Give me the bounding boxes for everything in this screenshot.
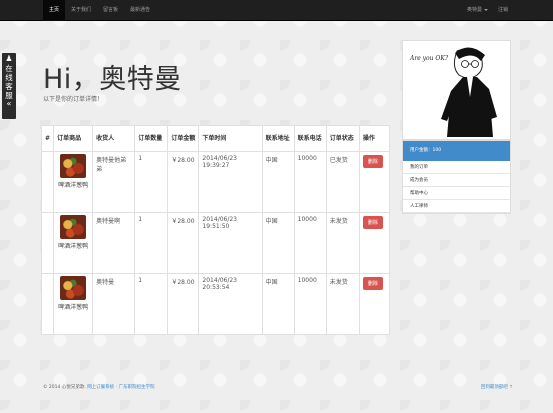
sidebar-item-help[interactable]: 帮助中心 xyxy=(403,187,510,200)
product-cell: 啤酒洋葱鸭 xyxy=(53,151,94,213)
receiver-cell: 奥特曼啊 xyxy=(92,212,136,274)
page-title: Hi，奥特曼 xyxy=(43,64,182,95)
time-cell: 2014/06/23 20:53:54 xyxy=(198,273,263,335)
product-name: 啤酒洋葱鸭 xyxy=(58,304,89,311)
phone-cell: 10000 xyxy=(293,273,327,335)
service-person-icon: ♟ xyxy=(5,54,13,63)
header-status: 订单状态 xyxy=(325,125,360,152)
quantity-cell: 1 xyxy=(134,151,169,213)
action-cell: 删除 xyxy=(358,212,391,274)
top-navbar: 主页 关于我们 留言板 最新通告 奥特曼 注销 xyxy=(0,0,553,21)
nav-guestbook[interactable]: 留言板 xyxy=(97,0,124,21)
product-name: 啤酒洋葱鸭 xyxy=(58,243,89,250)
sidebar-item-my-orders[interactable]: 我的订单 xyxy=(403,161,510,174)
action-cell: 删除 xyxy=(358,273,391,335)
food-image xyxy=(60,215,87,239)
caret-down-icon xyxy=(483,8,488,11)
food-image xyxy=(60,276,87,300)
nav-about[interactable]: 关于我们 xyxy=(65,0,97,21)
table-row: 啤酒洋葱鸭 奥特曼啊 1 ￥28.00 2014/06/23 19:51:50 … xyxy=(40,212,391,274)
nav-user-area: 奥特曼 注销 xyxy=(462,0,513,21)
footer-copyright: © 2014 心悦兄弟歌. 网上订餐系统 · 广东职院招生学院 xyxy=(43,384,154,390)
table-row: 啤酒洋葱鸭 奥特曼他弟弟 1 ￥28.00 2014/06/23 19:39:2… xyxy=(40,151,391,213)
receiver-cell: 奥特曼 xyxy=(92,273,136,335)
product-cell: 啤酒洋葱鸭 xyxy=(53,273,94,335)
receiver-cell: 奥特曼他弟弟 xyxy=(92,151,136,213)
logout-link[interactable]: 注销 xyxy=(493,0,513,21)
page-subtitle: 以下是你的订单详情！ xyxy=(43,96,104,103)
header-time: 下单时间 xyxy=(198,125,263,152)
amount-cell: ￥28.00 xyxy=(167,151,200,213)
footer-link[interactable]: 网上订餐系统 · 广东职院招生学院 xyxy=(87,385,154,390)
orders-table: # 订单商品 收货人 订单数量 订单金额 下单时间 联系地址 联系电话 订单状态… xyxy=(40,125,391,335)
nav-home[interactable]: 主页 xyxy=(43,0,66,21)
amount-cell: ￥28.00 xyxy=(167,212,200,274)
double-chevron-left-icon: « xyxy=(6,99,12,108)
avatar: Are you OK? xyxy=(402,40,511,140)
copyright-text: © 2014 心悦兄弟歌. xyxy=(43,385,86,390)
online-service-tab[interactable]: ♟ 在线客服 « xyxy=(2,53,16,119)
food-image xyxy=(60,154,87,178)
header-product: 订单商品 xyxy=(53,125,94,152)
user-name: 奥特曼 xyxy=(466,7,482,13)
delete-button[interactable]: 删除 xyxy=(362,277,383,290)
table-row: 啤酒洋葱鸭 奥特曼 1 ￥28.00 2014/06/23 20:53:54 中… xyxy=(40,273,391,335)
sidebar-item-membership[interactable]: 成为会员 xyxy=(403,174,510,187)
action-cell: 删除 xyxy=(358,151,391,213)
row-index-cell xyxy=(40,273,55,335)
status-cell: 未发货 xyxy=(325,273,360,335)
back-to-top-link[interactable]: 回到最顶部吧 ↑ xyxy=(481,384,513,390)
address-cell: 中国 xyxy=(261,151,295,213)
header-action: 操作 xyxy=(358,125,391,152)
address-cell: 中国 xyxy=(261,273,295,335)
sidebar-menu: 用户金额：100 我的订单 成为会员 帮助中心 人工律师 xyxy=(402,140,511,214)
sidebar-item-lawyer[interactable]: 人工律师 xyxy=(403,200,510,213)
product-name: 啤酒洋葱鸭 xyxy=(58,182,89,189)
header-index: # xyxy=(40,125,55,152)
user-dropdown[interactable]: 奥特曼 xyxy=(462,0,493,21)
header-phone: 联系电话 xyxy=(293,125,327,152)
product-cell: 啤酒洋葱鸭 xyxy=(53,212,94,274)
table-header-row: # 订单商品 收货人 订单数量 订单金额 下单时间 联系地址 联系电话 订单状态… xyxy=(40,125,391,152)
row-index-cell xyxy=(40,151,55,213)
amount-cell: ￥28.00 xyxy=(167,273,200,335)
header-amount: 订单金额 xyxy=(167,125,200,152)
status-cell: 已发货 xyxy=(325,151,360,213)
address-cell: 中国 xyxy=(261,212,295,274)
header-quantity: 订单数量 xyxy=(134,125,169,152)
nav-links: 主页 关于我们 留言板 最新通告 xyxy=(43,0,156,21)
nav-notices[interactable]: 最新通告 xyxy=(124,0,156,21)
quantity-cell: 1 xyxy=(134,212,169,274)
delete-button[interactable]: 删除 xyxy=(362,155,383,168)
phone-cell: 10000 xyxy=(293,212,327,274)
quantity-cell: 1 xyxy=(134,273,169,335)
phone-cell: 10000 xyxy=(293,151,327,213)
avatar-caption: Are you OK? xyxy=(410,55,449,62)
user-sidebar: Are you OK? 用户金额：100 我的订单 成为会员 帮助中心 人工律师 xyxy=(402,40,511,214)
delete-button[interactable]: 删除 xyxy=(362,216,383,229)
header-address: 联系地址 xyxy=(261,125,295,152)
time-cell: 2014/06/23 19:39:27 xyxy=(198,151,263,213)
online-service-label: 在线客服 xyxy=(5,64,13,100)
row-index-cell xyxy=(40,212,55,274)
header-receiver: 收货人 xyxy=(92,125,136,152)
time-cell: 2014/06/23 19:51:50 xyxy=(198,212,263,274)
sidebar-item-balance[interactable]: 用户金额：100 xyxy=(403,141,510,161)
status-cell: 未发货 xyxy=(325,212,360,274)
